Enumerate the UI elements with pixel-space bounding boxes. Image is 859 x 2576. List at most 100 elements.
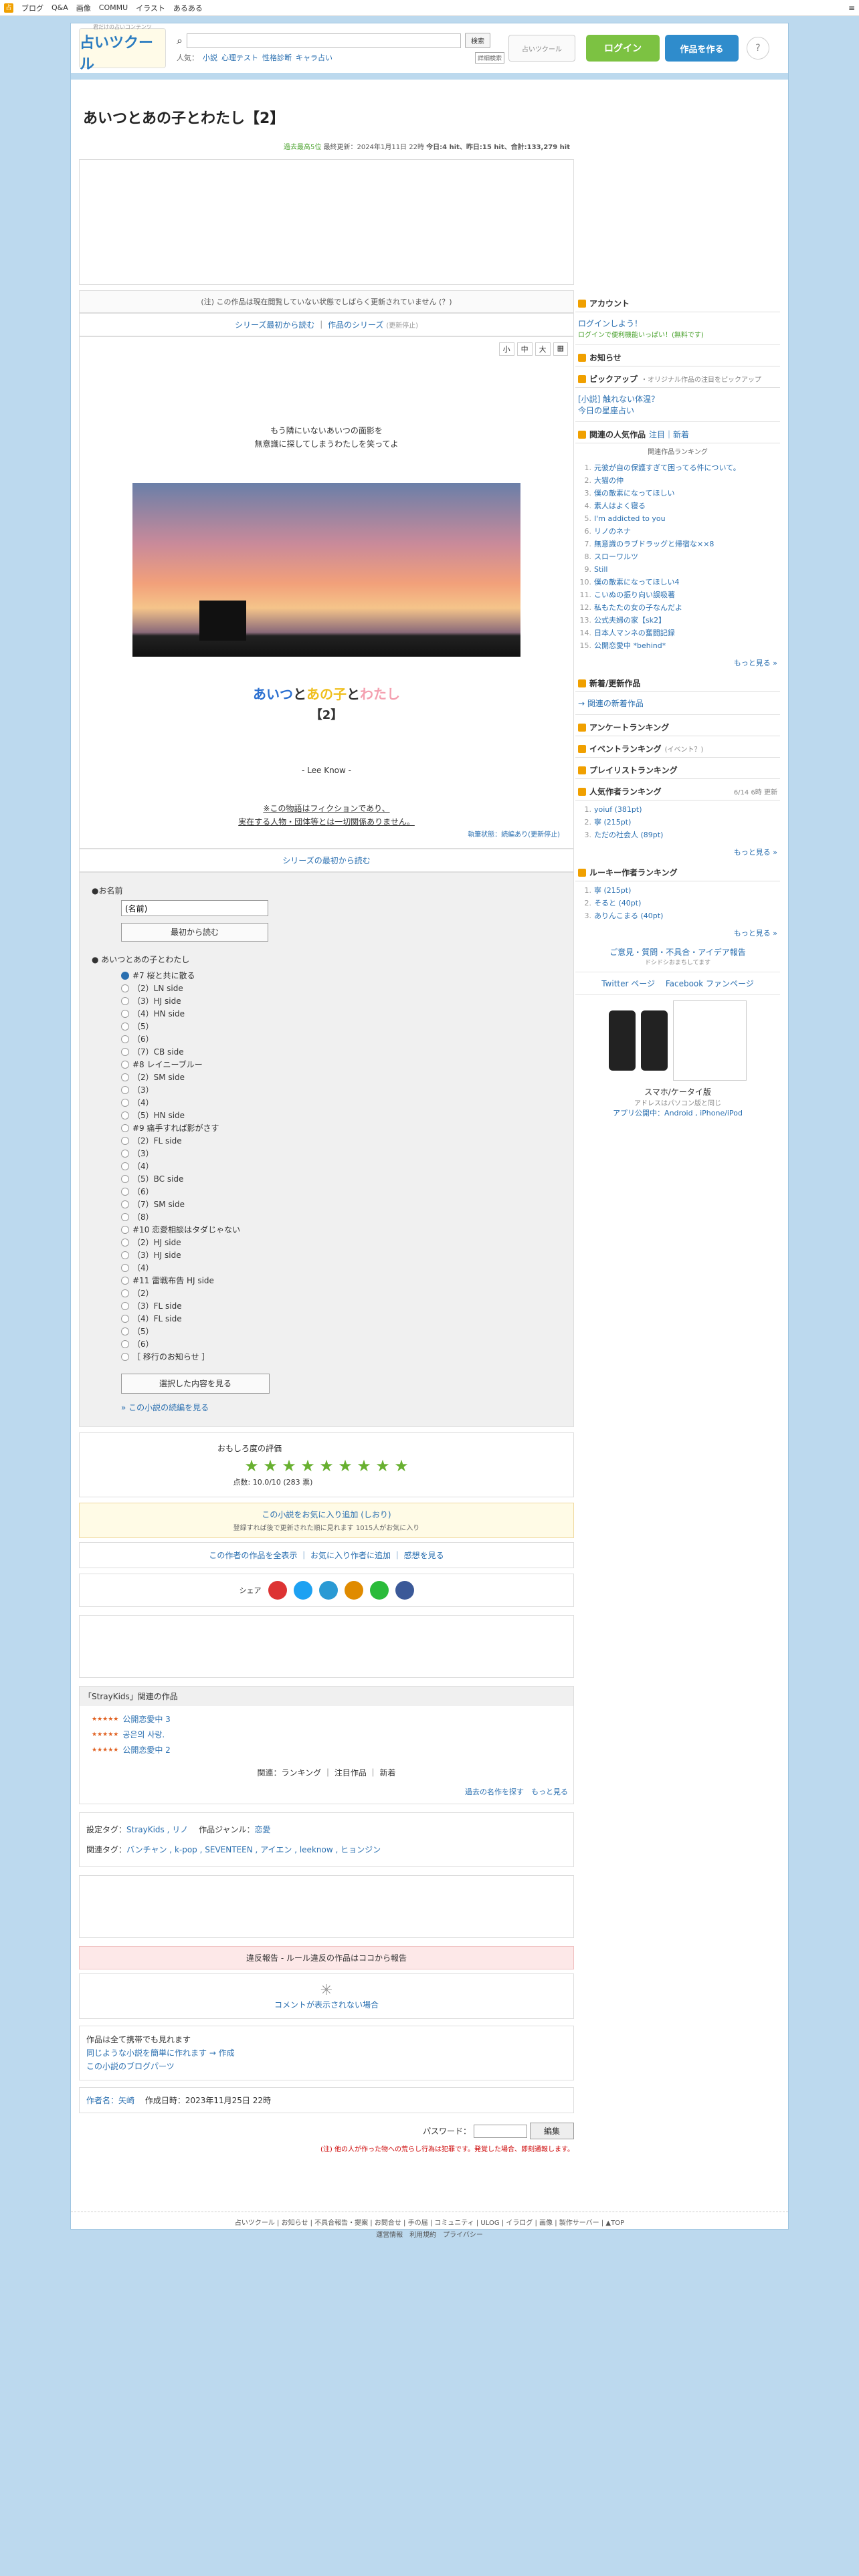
- chapter-item[interactable]: （2）LN side: [92, 982, 561, 994]
- related-tags[interactable]: バンチャン , k-pop , SEVENTEEN , アイエン , leekn…: [126, 1845, 381, 1854]
- facebook-page-link[interactable]: Facebook ファンページ: [666, 979, 754, 988]
- related-more-link[interactable]: 過去の名作を探す もっと見る: [85, 1786, 568, 1797]
- series-first-link[interactable]: シリーズの最初から読む: [79, 849, 574, 872]
- chapter-item[interactable]: （4）FL side: [92, 1312, 561, 1325]
- popular-author-more[interactable]: もっと見る »: [575, 844, 780, 860]
- chapter-radio[interactable]: [121, 1238, 129, 1247]
- app-link[interactable]: アプリ公開中：Android , iPhone/iPod: [575, 1107, 780, 1118]
- chapter-radio[interactable]: [121, 1009, 129, 1018]
- reader-name-input[interactable]: [121, 900, 268, 916]
- ranking-link[interactable]: 僕の敵素になってほしい4: [594, 578, 679, 586]
- login-link[interactable]: ログインしよう！: [578, 318, 777, 329]
- share-twitter-icon[interactable]: [293, 1581, 312, 1600]
- rating-star-icon[interactable]: ★: [375, 1458, 391, 1474]
- ranking-item[interactable]: 11. こいぬの振り向い誤吸著: [578, 588, 777, 601]
- chapter-item[interactable]: （7）CB side: [92, 1045, 561, 1058]
- ranking-link[interactable]: 素人はよく寝る: [594, 502, 646, 510]
- topbar-link-image[interactable]: 画像: [76, 3, 91, 13]
- chapter-radio[interactable]: [121, 971, 129, 980]
- new-works-link[interactable]: → 関連の新着作品: [575, 692, 780, 715]
- related-footer[interactable]: 関連：ランキング ｜ 注目作品 ｜ 新着: [85, 1767, 568, 1778]
- series-read-link[interactable]: シリーズ最初から読む: [235, 320, 314, 330]
- ranking-item[interactable]: 10. 僕の敵素になってほしい4: [578, 576, 777, 588]
- chapter-radio[interactable]: [121, 984, 129, 992]
- chapter-radio[interactable]: [121, 1200, 129, 1208]
- rating-star-icon[interactable]: ★: [393, 1458, 409, 1474]
- chapter-radio[interactable]: [121, 1276, 129, 1285]
- login-button[interactable]: ログイン: [586, 35, 660, 62]
- author-link[interactable]: 作者名：矢崎: [86, 2096, 134, 2105]
- search-button[interactable]: 検索: [464, 33, 490, 48]
- chapter-item[interactable]: （6）: [92, 1185, 561, 1198]
- author-rank-item[interactable]: 3. ただの社会人 (89pt): [578, 829, 777, 841]
- chapter-item[interactable]: （2）: [92, 1287, 561, 1299]
- chapter-item[interactable]: （2）FL side: [92, 1134, 561, 1147]
- view-reviews-link[interactable]: 感想を見る: [404, 1551, 444, 1560]
- chapter-radio[interactable]: [121, 1123, 129, 1132]
- feedback-link[interactable]: ご意見・質問・不具合・アイデア報告: [578, 946, 777, 958]
- genre-tag[interactable]: 恋愛: [254, 1825, 270, 1834]
- ranking-item[interactable]: 14. 日本人マンネの奮闘記録: [578, 627, 777, 639]
- popular-link-personality[interactable]: 性格診断: [262, 52, 292, 64]
- ranking-item[interactable]: 13. 公式夫婦の家【sk2】: [578, 614, 777, 627]
- author-rank-link[interactable]: 寧 (215pt): [594, 818, 631, 827]
- chapter-radio[interactable]: [121, 1352, 129, 1361]
- chapter-item[interactable]: （3）HJ side: [92, 994, 561, 1007]
- create-similar-link[interactable]: 同じような小説を簡単に作れます → 作成: [86, 2048, 235, 2058]
- ranking-link[interactable]: 僕の敵素になってほしい: [594, 489, 674, 498]
- ranking-item[interactable]: 2. 大猫の仲: [578, 474, 777, 487]
- ranking-item[interactable]: 9. Still: [578, 563, 777, 576]
- chapter-item[interactable]: （3）: [92, 1147, 561, 1160]
- ranking-item[interactable]: 12. 私もたたの女の子なんだよ: [578, 601, 777, 614]
- topbar-link-commu[interactable]: COMMU: [99, 3, 128, 12]
- ranking-link[interactable]: 大猫の仲: [594, 476, 624, 485]
- ranking-link[interactable]: 日本人マンネの奮闘記録: [594, 629, 675, 637]
- ranking-link[interactable]: スローワルツ: [594, 552, 638, 561]
- blog-parts-link[interactable]: この小説のブログパーツ: [86, 2062, 175, 2071]
- chapter-item[interactable]: #9 痛手すれば影がさす: [92, 1121, 561, 1134]
- chapter-item[interactable]: ［ 移行のお知らせ ］: [92, 1350, 561, 1363]
- ranking-link[interactable]: I'm addicted to you: [594, 514, 666, 523]
- view-selected-button[interactable]: 選択した内容を見る: [121, 1374, 270, 1394]
- chapter-radio[interactable]: [121, 1339, 129, 1348]
- chapter-radio[interactable]: [121, 1022, 129, 1031]
- image-toggle-icon[interactable]: ▦: [553, 342, 568, 356]
- ranking-more-link[interactable]: もっと見る »: [575, 655, 780, 671]
- notice-header[interactable]: お知らせ: [575, 345, 780, 366]
- series-works-link[interactable]: 作品のシリーズ: [328, 320, 383, 330]
- chapter-item[interactable]: （2）HJ side: [92, 1236, 561, 1249]
- ranking-link[interactable]: 公開恋愛中 *behind*: [594, 641, 666, 650]
- enquete-header[interactable]: アンケートランキング: [575, 715, 780, 736]
- favorite-add-link[interactable]: この小説をお気に入り追加 (しおり): [262, 1510, 391, 1519]
- chapter-radio[interactable]: [121, 1263, 129, 1272]
- author-rank-item[interactable]: 1. 寧 (215pt): [578, 884, 777, 897]
- author-rank-link[interactable]: ありんこまる (40pt): [594, 911, 663, 920]
- badge-banner[interactable]: 占いツクール: [508, 35, 575, 62]
- playlist-header[interactable]: プレイリストランキング: [575, 758, 780, 779]
- related-item[interactable]: ★★★★★ 공은의 사랑.: [85, 1727, 568, 1742]
- chapter-radio[interactable]: [121, 1212, 129, 1221]
- popular-link-chara[interactable]: キャラ占い: [296, 52, 332, 64]
- ranking-link[interactable]: 元彼が自の保護すぎて困ってる件について。: [594, 463, 741, 472]
- author-rank-item[interactable]: 2. 寧 (215pt): [578, 816, 777, 829]
- chapter-item[interactable]: （6）: [92, 1337, 561, 1350]
- author-rank-link[interactable]: 寧 (215pt): [594, 886, 631, 895]
- chapter-item[interactable]: （5）BC side: [92, 1172, 561, 1185]
- chapter-radio[interactable]: [121, 1047, 129, 1056]
- chapter-item[interactable]: （5）HN side: [92, 1109, 561, 1121]
- menu-icon[interactable]: ≡: [848, 3, 855, 13]
- chapter-radio[interactable]: [121, 1314, 129, 1323]
- edit-button[interactable]: 編集: [529, 2123, 574, 2139]
- help-icon[interactable]: ?: [747, 37, 769, 60]
- chapter-item[interactable]: #10 恋愛相談はタダじゃない: [92, 1223, 561, 1236]
- chapter-radio[interactable]: [121, 1251, 129, 1259]
- share-hatena-icon[interactable]: [318, 1581, 338, 1600]
- ranking-link[interactable]: 公式夫婦の家【sk2】: [594, 616, 666, 625]
- related-title-link[interactable]: 公開恋愛中 3: [122, 1713, 170, 1725]
- share-mail-icon[interactable]: [268, 1581, 287, 1600]
- share-line-icon[interactable]: [369, 1581, 389, 1600]
- author-rank-link[interactable]: そると (40pt): [594, 899, 641, 907]
- chapter-radio[interactable]: [121, 1187, 129, 1196]
- chapter-radio[interactable]: [121, 1098, 129, 1107]
- chapter-item[interactable]: （2）SM side: [92, 1071, 561, 1083]
